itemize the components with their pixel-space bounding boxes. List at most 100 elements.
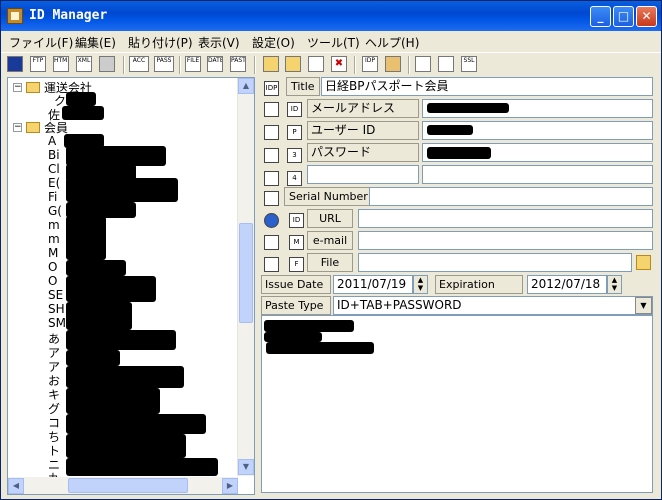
tree-item[interactable]: SM (48, 316, 66, 330)
file-label[interactable]: File (307, 253, 353, 272)
new-item-icon[interactable] (308, 56, 324, 72)
url-label[interactable]: URL (307, 209, 353, 228)
paste-type-select[interactable]: ID+TAB+PASSWORD (333, 296, 653, 315)
email-icon[interactable]: M (289, 235, 304, 250)
serial-number-field[interactable] (369, 187, 653, 206)
new-folder-icon[interactable] (263, 56, 279, 72)
properties-icon[interactable] (385, 56, 401, 72)
delete-icon[interactable]: ✖ (331, 56, 347, 72)
custom4-label[interactable] (307, 165, 419, 184)
serial-icon[interactable] (264, 191, 279, 206)
redaction-mark (66, 92, 96, 106)
file-icon[interactable]: FILE (185, 56, 201, 72)
copy-icon[interactable] (264, 125, 279, 140)
tree-item[interactable]: Bi (48, 148, 60, 162)
custom4-field[interactable] (422, 165, 653, 184)
copy-icon[interactable] (264, 102, 279, 117)
scroll-down-button[interactable]: ▼ (238, 459, 254, 475)
maximize-button[interactable]: □ (613, 6, 634, 27)
tree-item[interactable]: SE (48, 288, 63, 302)
dropdown-arrow-icon[interactable]: ▼ (635, 297, 652, 314)
collapse-toggle[interactable]: − (13, 83, 22, 92)
open-folder-icon[interactable] (285, 56, 301, 72)
copy-icon[interactable] (264, 148, 279, 163)
globe-icon[interactable] (264, 213, 279, 228)
scroll-thumb[interactable] (239, 223, 253, 323)
collapse-toggle[interactable]: − (13, 123, 22, 132)
tree-item[interactable]: O (48, 274, 57, 288)
custom3-label[interactable]: パスワード (307, 143, 419, 162)
ssl-icon[interactable]: SSL (461, 56, 477, 72)
expiration-date-spinner[interactable]: ▲ ▼ (607, 275, 622, 294)
xml-icon[interactable]: XML (76, 56, 92, 72)
paste-icon[interactable]: PASTE (230, 56, 246, 72)
tree-item[interactable]: SH (48, 302, 65, 316)
tree-item[interactable]: A (48, 134, 56, 148)
detail-pane: IDP Title 日経BPパスポート会員 ID メールアドレス P ユーザー … (259, 77, 659, 495)
redaction-mark (66, 350, 120, 366)
redaction-mark (66, 146, 166, 166)
serial-number-label[interactable]: Serial Number (284, 187, 373, 206)
issue-date-field[interactable]: 2011/07/19 (333, 275, 413, 294)
mail-icon[interactable] (264, 235, 279, 250)
redaction-mark (66, 366, 184, 388)
copy-icon[interactable] (264, 171, 279, 186)
open-folder-icon[interactable] (636, 255, 651, 270)
url-icon[interactable]: ID (289, 213, 304, 228)
acc-icon[interactable]: ACC (129, 56, 149, 72)
window-title: ID Manager (29, 8, 108, 23)
custom2-label[interactable]: ユーザー ID (307, 121, 419, 140)
tree-item[interactable]: m (48, 232, 60, 246)
close-button[interactable]: ✕ (636, 6, 657, 27)
tree-item[interactable]: E( (48, 176, 60, 190)
memo-area[interactable] (261, 315, 653, 493)
document-icon[interactable] (264, 257, 279, 272)
menu-settings[interactable]: 設定(O) (252, 34, 295, 51)
expiration-date-field[interactable]: 2012/07/18 (527, 275, 607, 294)
lock-icon[interactable] (415, 56, 431, 72)
html-icon[interactable]: HTML (53, 56, 69, 72)
id-icon[interactable]: ID (287, 102, 302, 117)
horizontal-scroll-thumb[interactable] (68, 478, 188, 493)
scroll-up-button[interactable]: ▲ (238, 78, 254, 94)
scroll-right-button[interactable]: ▶ (222, 478, 238, 494)
url-field[interactable] (358, 209, 653, 228)
menu-file[interactable]: ファイル(F) (9, 34, 73, 51)
tree-vertical-scrollbar[interactable]: ▲ ▼ (237, 78, 254, 476)
scroll-left-button[interactable]: ◀ (8, 478, 24, 494)
title-field[interactable]: 日経BPパスポート会員 (321, 77, 653, 96)
date-icon[interactable]: DATE (207, 56, 223, 72)
ftp-icon[interactable]: FTP (30, 56, 46, 72)
window-icon[interactable] (438, 56, 454, 72)
menu-view[interactable]: 表示(V) (198, 34, 240, 51)
email-label[interactable]: e-mail (307, 231, 353, 250)
pass-icon[interactable]: PASS (154, 56, 174, 72)
file-field[interactable] (358, 253, 632, 272)
issue-date-spinner[interactable]: ▲ ▼ (413, 275, 428, 294)
tree-item[interactable]: O (48, 260, 57, 274)
tree-item[interactable]: Fi (48, 190, 57, 204)
save-icon[interactable] (7, 56, 23, 72)
menu-paste[interactable]: 貼り付け(P) (128, 34, 193, 51)
tree-item[interactable]: Cl (48, 162, 60, 176)
tree-item[interactable]: M (48, 246, 58, 260)
custom1-label[interactable]: メールアドレス (307, 99, 419, 118)
tree-item[interactable]: G( (48, 204, 62, 218)
menu-tools[interactable]: ツール(T) (307, 34, 360, 51)
title-bar[interactable]: ID Manager _ □ ✕ (1, 1, 661, 31)
email-field[interactable] (358, 231, 653, 250)
id-icon[interactable]: 3 (287, 148, 302, 163)
tree-horizontal-scrollbar[interactable]: ◀ ▶ (8, 477, 238, 494)
print-icon[interactable] (99, 56, 115, 72)
id-icon[interactable]: IDP (362, 56, 378, 72)
title-label[interactable]: Title (286, 77, 320, 96)
file-id-icon[interactable]: F (289, 257, 304, 272)
menu-edit[interactable]: 編集(E) (75, 34, 116, 51)
id-icon[interactable]: P (287, 125, 302, 140)
id-icon[interactable]: 4 (287, 171, 302, 186)
folder-tree[interactable]: − 運送会社 ク 佐 − 会員 A Bi Cl E( Fi G( m m M O… (7, 77, 255, 495)
menu-help[interactable]: ヘルプ(H) (365, 34, 419, 51)
issue-date-label: Issue Date (261, 275, 331, 294)
tree-item[interactable]: m (48, 218, 60, 232)
minimize-button[interactable]: _ (590, 6, 611, 27)
